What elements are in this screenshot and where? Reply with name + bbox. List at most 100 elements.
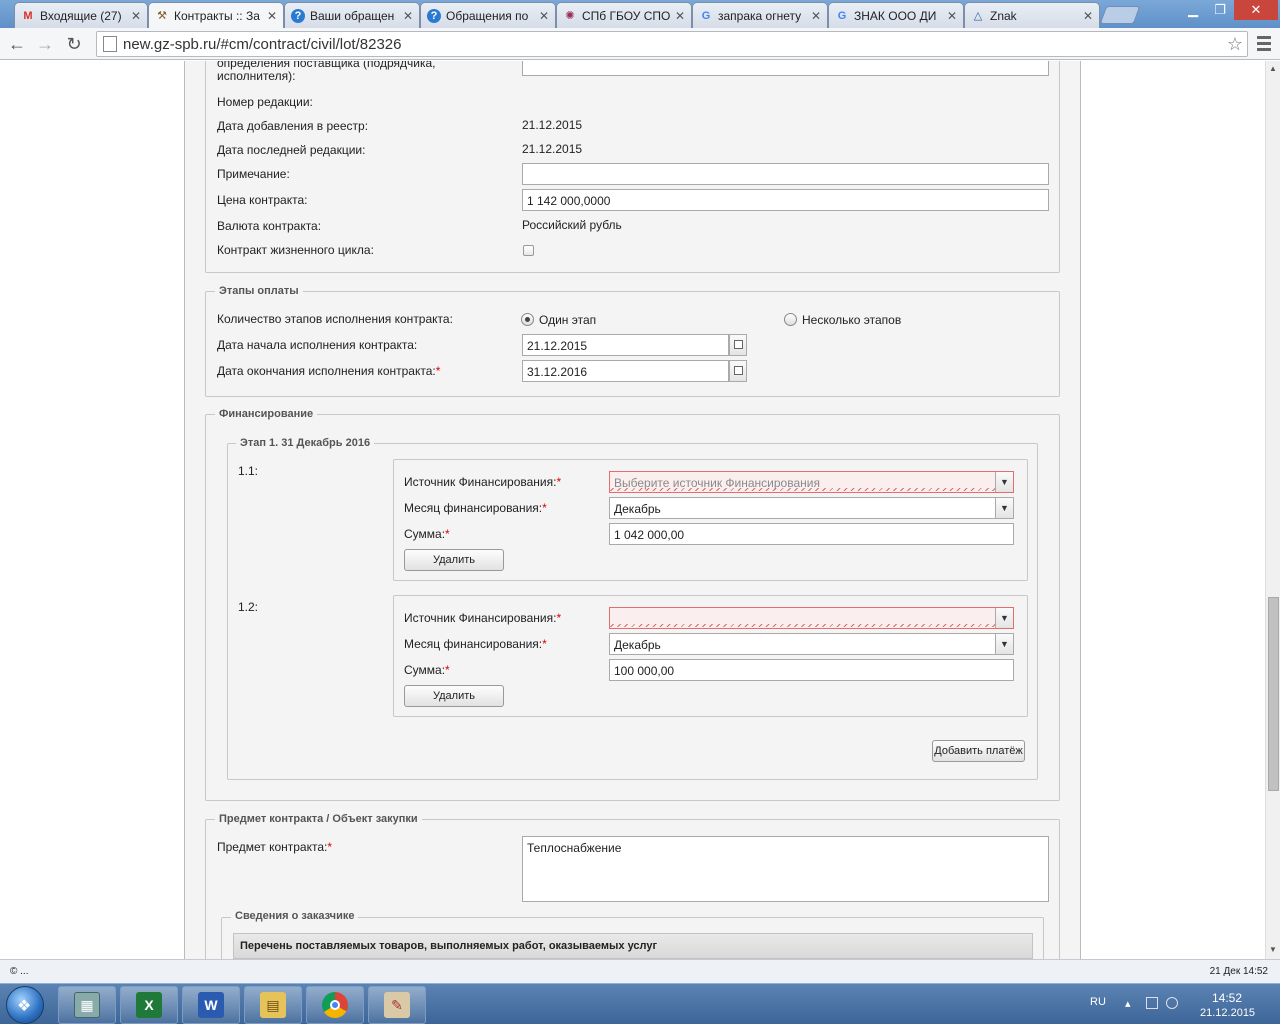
sum-field[interactable]: 100 000,00 <box>609 659 1014 681</box>
close-tab-icon[interactable]: ✕ <box>267 9 277 23</box>
source-select[interactable]: ▼ <box>609 607 1014 629</box>
tab-title: запрака огнету <box>718 8 802 23</box>
close-window-icon[interactable]: ✕ <box>1234 0 1278 20</box>
new-tab-button[interactable] <box>1099 6 1141 24</box>
date-last-edit-label: Дата последней редакции: <box>217 143 366 157</box>
subject-label: Предмет контракта:* <box>217 840 333 854</box>
delete-payment-button[interactable]: Удалить <box>404 549 504 571</box>
source-select[interactable]: Выберите источник Финансирования ▼ <box>609 471 1014 493</box>
clock-time[interactable]: 14:52 <box>1212 991 1242 1005</box>
month-label: Месяц финансирования:* <box>404 501 547 515</box>
znak-icon: △ <box>973 10 983 22</box>
taskbar-calculator[interactable]: ▦ <box>58 986 116 1024</box>
lifecycle-checkbox[interactable] <box>523 245 534 256</box>
menu-icon[interactable] <box>1257 36 1271 54</box>
tab-google-search-1[interactable]: G запрака огнету ✕ <box>692 2 828 28</box>
volume-icon[interactable] <box>1166 997 1178 1009</box>
taskbar-explorer[interactable]: ▤ <box>244 986 302 1024</box>
taskbar-excel[interactable]: X <box>120 986 178 1024</box>
note-field[interactable] <box>522 163 1049 185</box>
excel-icon: X <box>136 992 162 1018</box>
supplier-method-field[interactable] <box>522 61 1049 76</box>
tab-google-search-2[interactable]: G ЗНАК ООО ДИ ✕ <box>828 2 964 28</box>
tab-title: Обращения по <box>446 8 529 23</box>
close-tab-icon[interactable]: ✕ <box>947 9 957 23</box>
explorer-icon: ▤ <box>260 992 286 1018</box>
tab-gmail[interactable]: M Входящие (27) ✕ <box>14 2 148 28</box>
subject-textarea[interactable]: Теплоснабжение <box>522 836 1049 902</box>
tab-title: Ваши обращен <box>310 8 395 23</box>
month-select[interactable]: Декабрь ▼ <box>609 633 1014 655</box>
address-bar[interactable]: new.gz-spb.ru/#cm/contract/civil/lot/823… <box>96 31 1248 57</box>
taskbar-word[interactable]: W <box>182 986 240 1024</box>
chevron-down-icon[interactable]: ▼ <box>995 472 1013 492</box>
many-stages-radio[interactable] <box>784 313 797 326</box>
minimize-icon[interactable]: ▁ <box>1180 0 1206 20</box>
page-scrollbar[interactable]: ▲ ▼ <box>1265 61 1280 959</box>
one-stage-label: Один этап <box>539 313 597 327</box>
tab-spb-school[interactable]: ✺ СПб ГБОУ СПО ✕ <box>556 2 692 28</box>
edition-number-label: Номер редакции: <box>217 95 313 109</box>
chrome-icon <box>322 992 348 1018</box>
delete-payment-button[interactable]: Удалить <box>404 685 504 707</box>
restore-icon[interactable]: ❐ <box>1207 0 1233 20</box>
clock-date[interactable]: 21.12.2015 <box>1200 1007 1255 1019</box>
windows-taskbar: ❖ ▦ X W ▤ ✎ RU ▴ 14:52 21.12.2015 <box>0 983 1280 1024</box>
tab-requests-1[interactable]: ? Ваши обращен ✕ <box>284 2 420 28</box>
calendar-icon[interactable] <box>729 334 747 356</box>
end-date-label: Дата окончания исполнения контракта:* <box>217 364 441 378</box>
start-button[interactable]: ❖ <box>6 986 44 1024</box>
close-tab-icon[interactable]: ✕ <box>131 9 141 23</box>
google-icon: G <box>837 9 847 22</box>
price-field[interactable]: 1 142 000,0000 <box>522 189 1049 211</box>
month-value: Декабрь <box>614 502 661 516</box>
scroll-up-icon[interactable]: ▲ <box>1269 64 1277 73</box>
close-tab-icon[interactable]: ✕ <box>539 9 549 23</box>
add-payment-button[interactable]: Добавить платёж <box>932 740 1025 762</box>
tab-title: Znak <box>990 8 1017 23</box>
month-select[interactable]: Декабрь ▼ <box>609 497 1014 519</box>
tab-title: Входящие (27) <box>40 8 122 23</box>
goods-grid-header: Перечень поставляемых товаров, выполняем… <box>233 933 1033 959</box>
chevron-down-icon[interactable]: ▼ <box>995 498 1013 518</box>
network-icon[interactable] <box>1146 997 1158 1009</box>
reload-icon[interactable]: ↻ <box>63 33 85 55</box>
forward-arrow-icon[interactable]: → <box>34 33 56 55</box>
language-indicator[interactable]: RU <box>1090 996 1106 1008</box>
back-arrow-icon[interactable]: ← <box>6 33 28 55</box>
tools-icon: ⚒ <box>157 10 167 22</box>
scroll-down-icon[interactable]: ▼ <box>1269 945 1277 954</box>
bookmark-star-icon[interactable]: ☆ <box>1227 34 1243 55</box>
start-date-field[interactable]: 21.12.2015 <box>522 334 729 356</box>
contract-form: определения поставщика (подрядчика, испо… <box>184 61 1081 959</box>
date-last-edit-value: 21.12.2015 <box>522 142 583 156</box>
close-tab-icon[interactable]: ✕ <box>1083 9 1093 23</box>
chevron-down-icon[interactable]: ▼ <box>995 634 1013 654</box>
close-tab-icon[interactable]: ✕ <box>811 9 821 23</box>
close-tab-icon[interactable]: ✕ <box>675 9 685 23</box>
system-tray: RU ▴ 14:52 21.12.2015 <box>1080 984 1280 1024</box>
end-date-field[interactable]: 31.12.2016 <box>522 360 729 382</box>
close-tab-icon[interactable]: ✕ <box>403 9 413 23</box>
taskbar-paint[interactable]: ✎ <box>368 986 426 1024</box>
gmail-icon: M <box>23 9 33 22</box>
show-hidden-icons-icon[interactable]: ▴ <box>1125 997 1137 1010</box>
scrollbar-thumb[interactable] <box>1268 597 1279 791</box>
chevron-down-icon[interactable]: ▼ <box>995 608 1013 628</box>
stage-1-legend: Этап 1. 31 Декабрь 2016 <box>236 437 375 449</box>
tab-requests-2[interactable]: ? Обращения по ✕ <box>420 2 556 28</box>
financing-legend: Финансирование <box>215 408 318 420</box>
many-stages-label: Несколько этапов <box>802 313 902 327</box>
site-icon: ✺ <box>565 10 575 22</box>
sum-field[interactable]: 1 042 000,00 <box>609 523 1014 545</box>
sum-label: Сумма:* <box>404 663 450 677</box>
one-stage-radio[interactable] <box>521 313 534 326</box>
taskbar-chrome[interactable] <box>306 986 364 1024</box>
calendar-icon[interactable] <box>729 360 747 382</box>
calculator-icon: ▦ <box>74 992 100 1018</box>
tab-znak[interactable]: △ Znak ✕ <box>964 2 1100 28</box>
tab-contracts[interactable]: ⚒ Контракты :: За ✕ <box>148 2 284 28</box>
source-label: Источник Финансирования:* <box>404 611 562 625</box>
page-icon <box>103 36 117 52</box>
source-label: Источник Финансирования:* <box>404 475 562 489</box>
